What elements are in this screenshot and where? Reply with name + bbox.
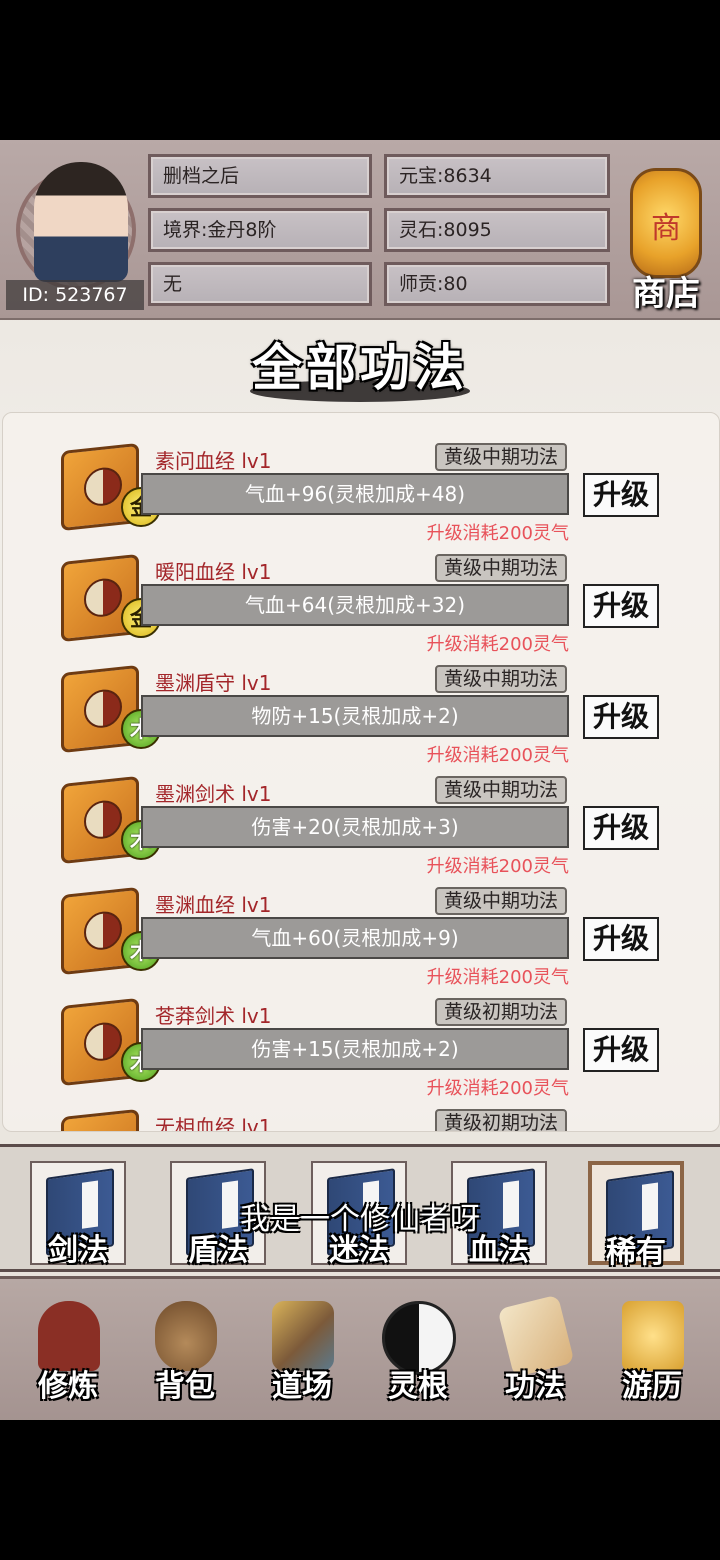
skill-name: 墨渊血经 lv1 [155, 893, 272, 917]
lantern-glyph: 商 [651, 211, 681, 246]
yinyang-icon [84, 909, 122, 952]
nav-spirit-root[interactable]: 灵根 [368, 1297, 468, 1407]
shop-button[interactable]: 商 商店 [620, 148, 712, 314]
upgrade-cost: 升级消耗200灵气 [426, 856, 569, 877]
skill-grade: 黄级中期功法 [435, 443, 567, 471]
nav-label: 灵根 [388, 1369, 448, 1404]
upgrade-button[interactable]: 升级 [583, 695, 659, 739]
skill-grade: 黄级中期功法 [435, 665, 567, 693]
avatar-portrait [34, 162, 128, 282]
skill-stat-bar: 气血+96(灵根加成+48) [141, 473, 569, 515]
yuanbao-count: 元宝:8634 [384, 154, 610, 198]
yinyang-icon [84, 687, 122, 730]
skill-row: 木 墨渊血经 lv1 黄级中期功法 气血+60(灵根加成+9) 升级 升级消耗2… [3, 886, 719, 998]
nav-label: 功法 [505, 1369, 565, 1404]
upgrade-cost: 升级消耗200灵气 [426, 967, 569, 988]
skill-grade: 黄级中期功法 [435, 776, 567, 804]
player-name: 删档之后 [148, 154, 372, 198]
player-id: ID: 523767 [6, 280, 144, 310]
nav-dojo[interactable]: 道场 [252, 1297, 352, 1407]
skill-grade: 黄级初期功法 [435, 1109, 567, 1131]
yinyang-icon [84, 1020, 122, 1063]
video-subtitle: 我是一个修仙者呀 [240, 1202, 480, 1237]
nav-label: 游历 [622, 1369, 682, 1404]
player-realm: 境界:金丹8阶 [148, 208, 372, 252]
skill-grade: 黄级初期功法 [435, 998, 567, 1026]
skill-name: 墨渊剑术 lv1 [155, 782, 272, 806]
yinyang-icon [84, 465, 122, 508]
skill-stat-bar: 气血+60(灵根加成+9) [141, 917, 569, 959]
player-sect: 无 [148, 262, 372, 306]
skill-stat-bar: 气血+64(灵根加成+32) [141, 584, 569, 626]
skill-list[interactable]: 金 素问血经 lv1 黄级中期功法 气血+96(灵根加成+48) 升级 升级消耗… [2, 412, 720, 1132]
upgrade-cost: 升级消耗200灵气 [426, 745, 569, 766]
skill-grade: 黄级中期功法 [435, 887, 567, 915]
lantern-icon: 商 [630, 168, 702, 278]
skill-stat-bar: 伤害+15(灵根加成+2) [141, 1028, 569, 1070]
game-screen: ID: 523767 删档之后 境界:金丹8阶 无 元宝:8634 灵石:809… [0, 140, 720, 1420]
nav-label: 道场 [272, 1369, 332, 1404]
upgrade-button[interactable]: 升级 [583, 1028, 659, 1072]
skill-name: 无相血经 lv1 [155, 1115, 272, 1132]
skill-name: 墨渊盾守 lv1 [155, 671, 272, 695]
nav-cultivate[interactable]: 修炼 [18, 1297, 118, 1407]
skill-name: 苍莽剑术 lv1 [155, 1004, 272, 1028]
skill-stat-bar: 物防+15(灵根加成+2) [141, 695, 569, 737]
page-title: 全部功法 [252, 338, 468, 397]
nav-travel[interactable]: 游历 [602, 1297, 702, 1407]
skill-row: 木 苍莽剑术 lv1 黄级初期功法 伤害+15(灵根加成+2) 升级 升级消耗2… [3, 997, 719, 1109]
upgrade-button[interactable]: 升级 [583, 584, 659, 628]
skill-row: 无相血经 lv1 黄级初期功法 [3, 1108, 719, 1132]
skill-grade: 黄级中期功法 [435, 554, 567, 582]
bottom-nav: 修炼 背包 道场 灵根 功法 游历 [0, 1276, 720, 1420]
shop-label: 商店 [632, 274, 700, 314]
nav-label: 修炼 [38, 1369, 98, 1404]
skill-row: 金 暖阳血经 lv1 黄级中期功法 气血+64(灵根加成+32) 升级 升级消耗… [3, 553, 719, 665]
skill-book-icon [61, 1108, 139, 1131]
upgrade-cost: 升级消耗200灵气 [426, 1078, 569, 1099]
nav-label: 背包 [155, 1369, 215, 1404]
upgrade-button[interactable]: 升级 [583, 473, 659, 517]
skill-row: 木 墨渊剑术 lv1 黄级中期功法 伤害+20(灵根加成+3) 升级 升级消耗2… [3, 775, 719, 887]
yinyang-icon [84, 798, 122, 841]
player-header: ID: 523767 删档之后 境界:金丹8阶 无 元宝:8634 灵石:809… [0, 140, 720, 320]
lingshi-count: 灵石:8095 [384, 208, 610, 252]
yinyang-icon [84, 576, 122, 619]
nav-techniques[interactable]: 功法 [485, 1294, 585, 1407]
skill-name: 暖阳血经 lv1 [155, 560, 272, 584]
nav-backpack[interactable]: 背包 [135, 1297, 235, 1407]
upgrade-cost: 升级消耗200灵气 [426, 634, 569, 655]
contribution-count: 师贡:80 [384, 262, 610, 306]
player-avatar[interactable] [12, 150, 142, 290]
skill-row: 木 墨渊盾守 lv1 黄级中期功法 物防+15(灵根加成+2) 升级 升级消耗2… [3, 664, 719, 776]
skill-name: 素问血经 lv1 [155, 449, 272, 473]
upgrade-cost: 升级消耗200灵气 [426, 523, 569, 544]
skill-stat-bar: 伤害+20(灵根加成+3) [141, 806, 569, 848]
upgrade-button[interactable]: 升级 [583, 806, 659, 850]
skill-row: 金 素问血经 lv1 黄级中期功法 气血+96(灵根加成+48) 升级 升级消耗… [3, 442, 719, 554]
upgrade-button[interactable]: 升级 [583, 917, 659, 961]
